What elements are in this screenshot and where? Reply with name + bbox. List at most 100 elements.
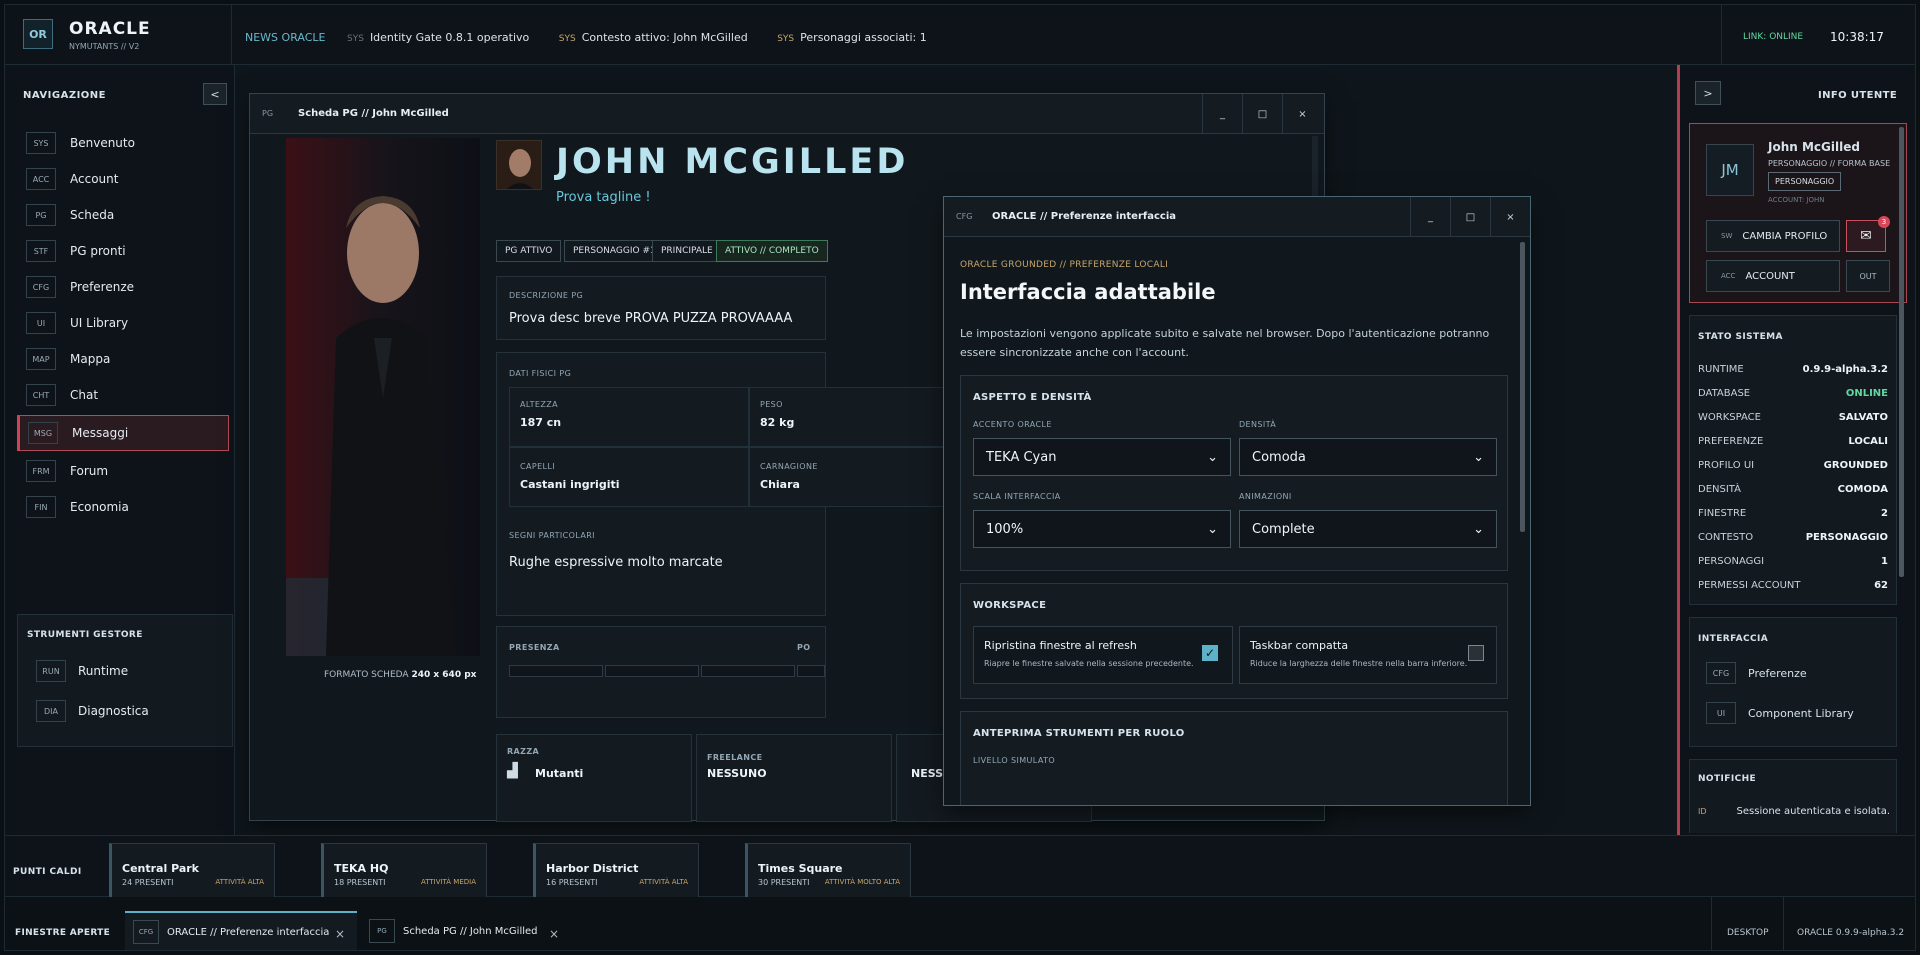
- stat-value: 62: [1874, 580, 1888, 591]
- maximize-button[interactable]: □: [1450, 197, 1490, 237]
- chevron-down-icon: ⌄: [1207, 449, 1218, 465]
- app-title: ORACLE: [69, 19, 151, 39]
- prefs-heading: Interfaccia adattabile: [960, 280, 1216, 304]
- prefs-scrollbar[interactable]: [1520, 242, 1525, 532]
- hotspot-card[interactable]: Times Square 30 PRESENTI ATTIVITÀ MOLTO …: [745, 843, 911, 905]
- nav-item-mappa[interactable]: MAP Mappa: [17, 341, 229, 377]
- desktop-button[interactable]: DESKTOP: [1727, 928, 1769, 938]
- forum-icon: FRM: [26, 460, 56, 482]
- notification-text: Sessione autenticata e isolata.: [1736, 806, 1891, 817]
- anim-select[interactable]: Complete ⌄: [1239, 510, 1497, 548]
- restore-windows-option[interactable]: Ripristina finestre al refresh Riapre le…: [973, 626, 1233, 684]
- nav-item-forum[interactable]: FRM Forum: [17, 453, 229, 489]
- character-name: JOHN MCGILLED: [556, 142, 909, 182]
- nav-item-messaggi[interactable]: MSG Messaggi: [17, 415, 229, 451]
- switch-label: CAMBIA PROFILO: [1742, 230, 1828, 242]
- stat-value: GROUNDED: [1823, 460, 1888, 471]
- clock: 10:38:17: [1830, 30, 1884, 44]
- hotspot-card[interactable]: TEKA HQ 18 PRESENTI ATTIVITÀ MEDIA: [321, 843, 487, 905]
- top-bar: OR ORACLE NYMUTANTS // V2 NEWS ORACLE SY…: [5, 5, 1915, 65]
- account-button[interactable]: ACC ACCOUNT: [1706, 260, 1840, 292]
- nav-item-account[interactable]: ACC Account: [17, 161, 229, 197]
- freelance-value: NESSUNO: [707, 767, 767, 780]
- close-button[interactable]: ×: [1490, 197, 1530, 237]
- presence-label: PRESENZA: [509, 643, 560, 652]
- right-sidebar-scrollbar[interactable]: [1899, 127, 1904, 577]
- nav-label: UI Library: [70, 316, 129, 330]
- stat-value: COMODA: [1837, 484, 1888, 495]
- pg-icon: PG: [26, 204, 56, 226]
- interface-item-component-library[interactable]: UI Component Library: [1706, 700, 1854, 726]
- hotspot-card[interactable]: Central Park 24 PRESENTI ATTIVITÀ ALTA: [109, 843, 275, 905]
- tool-diagnostica[interactable]: DIA Diagnostica: [36, 697, 149, 725]
- taskbar-close-icon[interactable]: ×: [335, 927, 345, 941]
- nav-item-economia[interactable]: FIN Economia: [17, 489, 229, 525]
- taskbar-item-label: ORACLE // Preferenze interfaccia: [167, 926, 330, 938]
- hotspot-count: 16 PRESENTI: [546, 878, 598, 887]
- status-chip: PERSONAGGIO #1: [564, 240, 665, 262]
- stat-value: PERSONAGGIO: [1805, 532, 1888, 543]
- sheet-window-header[interactable]: PG Scheda PG // John McGilled _ □ ×: [250, 94, 1324, 134]
- nav-item-benvenuto[interactable]: SYS Benvenuto: [17, 125, 229, 161]
- user-info-title: INFO UTENTE: [1818, 90, 1898, 101]
- stat-key: WORKSPACE: [1698, 412, 1761, 423]
- nav-item-scheda[interactable]: PG Scheda: [17, 197, 229, 233]
- dia-icon: DIA: [36, 700, 66, 722]
- skin-value: Chiara: [760, 478, 800, 491]
- taskbar-item-sheet[interactable]: PG Scheda PG // John McGilled: [369, 911, 538, 950]
- notification-id: ID: [1698, 807, 1707, 816]
- hotspot-activity: ATTIVITÀ MOLTO ALTA: [824, 878, 900, 886]
- switch-profile-button[interactable]: SW CAMBIA PROFILO: [1706, 220, 1840, 252]
- mail-count-badge: 3: [1878, 216, 1890, 228]
- pg-icon: PG: [369, 919, 395, 943]
- nav-item-ui-library[interactable]: UI UI Library: [17, 305, 229, 341]
- maximize-button[interactable]: □: [1242, 94, 1282, 134]
- freelance-label: FREELANCE: [707, 753, 763, 762]
- nav-label: Mappa: [70, 352, 111, 366]
- nav-item-preferenze[interactable]: CFG Preferenze: [17, 269, 229, 305]
- scale-label: SCALA INTERFACCIA: [973, 492, 1061, 501]
- taskbar-item-prefs[interactable]: CFG ORACLE // Preferenze interfaccia: [125, 911, 357, 950]
- scale-select[interactable]: 100% ⌄: [973, 510, 1231, 548]
- ticker-text: Personaggi associati: 1: [800, 31, 927, 44]
- tool-runtime[interactable]: RUN Runtime: [36, 657, 128, 685]
- close-button[interactable]: ×: [1282, 94, 1322, 134]
- app-frame: OR ORACLE NYMUTANTS // V2 NEWS ORACLE SY…: [4, 4, 1916, 951]
- role-preview-section: ANTEPRIMA STRUMENTI PER RUOLO LIVELLO SI…: [960, 711, 1508, 805]
- notifications-panel: NOTIFICHE ID Sessione autenticata e isol…: [1689, 759, 1897, 833]
- hotspot-card[interactable]: Harbor District 16 PRESENTI ATTIVITÀ ALT…: [533, 843, 699, 905]
- hotspots-bar: [5, 835, 1915, 897]
- character-thumbnail: [496, 140, 542, 190]
- news-label[interactable]: NEWS ORACLE: [245, 31, 325, 44]
- stat-row: CONTESTO PERSONAGGIO: [1698, 532, 1888, 543]
- prefs-window: CFG ORACLE // Preferenze interfaccia _ □…: [943, 196, 1531, 806]
- weight-label: PESO: [760, 400, 783, 409]
- nav-item-chat[interactable]: CHT Chat: [17, 377, 229, 413]
- height-label: ALTEZZA: [520, 400, 559, 409]
- interface-item-preferenze[interactable]: CFG Preferenze: [1706, 660, 1807, 686]
- restore-checkbox[interactable]: ✓: [1202, 645, 1218, 661]
- race-value: Mutanti: [535, 767, 584, 780]
- nav-item-pg-pronti[interactable]: STF PG pronti: [17, 233, 229, 269]
- stat-key: RUNTIME: [1698, 364, 1744, 375]
- collapse-left-button[interactable]: <: [203, 83, 227, 105]
- minimize-button[interactable]: _: [1410, 197, 1450, 237]
- compact-taskbar-option[interactable]: Taskbar compatta Riduce la larghezza del…: [1239, 626, 1497, 684]
- compact-checkbox[interactable]: [1468, 645, 1484, 661]
- physical-data-card: DATI FISICI PG ALTEZZA 187 cn PESO 82 kg…: [496, 352, 989, 616]
- chevron-down-icon: ⌄: [1473, 449, 1484, 465]
- desc-value: Prova desc breve PROVA PUZZA PROVAAAA: [509, 311, 793, 326]
- nav-label: Economia: [70, 500, 129, 514]
- appearance-title: ASPETTO E DENSITÀ: [973, 392, 1092, 403]
- collapse-right-button[interactable]: >: [1695, 81, 1721, 105]
- density-select[interactable]: Comoda ⌄: [1239, 438, 1497, 476]
- ticker-text: Identity Gate 0.8.1 operativo: [369, 31, 530, 44]
- phys-label: DATI FISICI PG: [509, 369, 572, 378]
- prefs-window-header[interactable]: CFG ORACLE // Preferenze interfaccia _ □…: [944, 197, 1530, 237]
- taskbar-close-icon[interactable]: ×: [549, 927, 559, 941]
- prefs-eyebrow: ORACLE GROUNDED // PREFERENZE LOCALI: [960, 260, 1169, 270]
- minimize-button[interactable]: _: [1202, 94, 1242, 134]
- logout-button[interactable]: OUT: [1846, 260, 1890, 292]
- accent-select[interactable]: TEKA Cyan ⌄: [973, 438, 1231, 476]
- weight-value: 82 kg: [760, 416, 795, 429]
